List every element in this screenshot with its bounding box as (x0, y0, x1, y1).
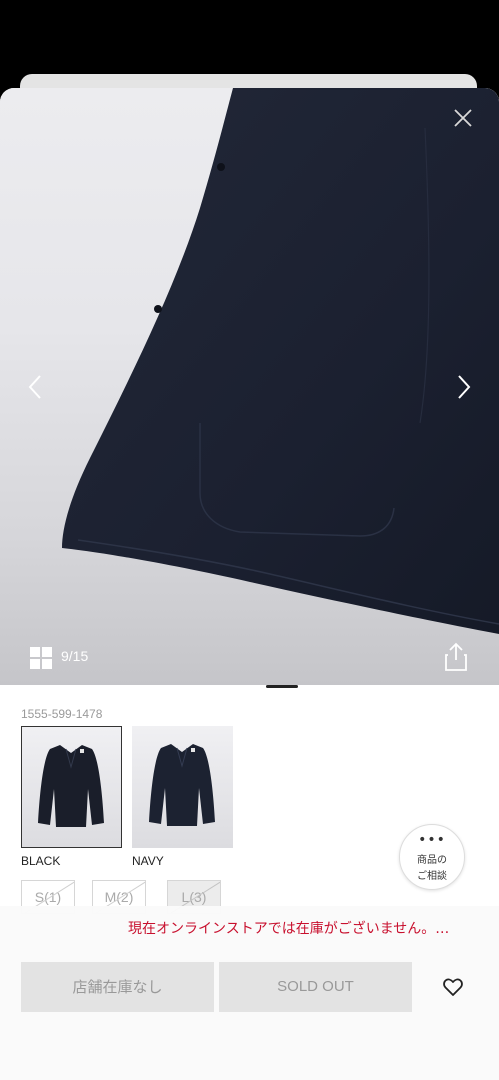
color-label-navy: NAVY (132, 854, 164, 868)
next-image-arrow-icon[interactable] (451, 372, 475, 402)
share-icon[interactable] (443, 642, 469, 672)
favorite-heart-icon[interactable] (441, 975, 465, 999)
sold-out-button[interactable]: SOLD OUT (219, 962, 412, 1012)
out-of-stock-notice[interactable]: 現在オンラインストアでは在庫がございません。… (128, 918, 449, 938)
consult-label-line2: ご相談 (417, 871, 447, 882)
color-swatch-black[interactable] (21, 726, 122, 848)
garment-image (62, 88, 499, 634)
store-stock-button[interactable]: 店舗在庫なし (21, 962, 214, 1012)
more-dots-icon: ••• (418, 832, 446, 848)
consult-label-line1: 商品の (417, 855, 447, 866)
product-code: 1555-599-1478 (21, 707, 103, 721)
product-consultation-button[interactable]: ••• 商品の ご相談 (399, 824, 465, 890)
jacket-thumbnail-black (38, 745, 104, 827)
product-image-viewer-sheet: 9/15 1555-599-1478 BLACK NAVY ••• 商品の ご相… (0, 88, 499, 1080)
image-counter: 9/15 (61, 648, 89, 664)
sheet-drag-handle[interactable] (266, 685, 298, 688)
product-photo[interactable]: 9/15 (0, 88, 499, 685)
color-label-black: BLACK (21, 854, 61, 868)
grid-view-icon[interactable] (30, 647, 52, 669)
purchase-action-bar: 現在オンラインストアでは在庫がございません。… 店舗在庫なし SOLD OUT (0, 906, 499, 1080)
color-swatch-navy[interactable] (132, 726, 233, 848)
previous-image-arrow-icon[interactable] (24, 372, 48, 402)
close-icon[interactable] (451, 106, 475, 130)
jacket-thumbnail-navy (149, 744, 215, 826)
